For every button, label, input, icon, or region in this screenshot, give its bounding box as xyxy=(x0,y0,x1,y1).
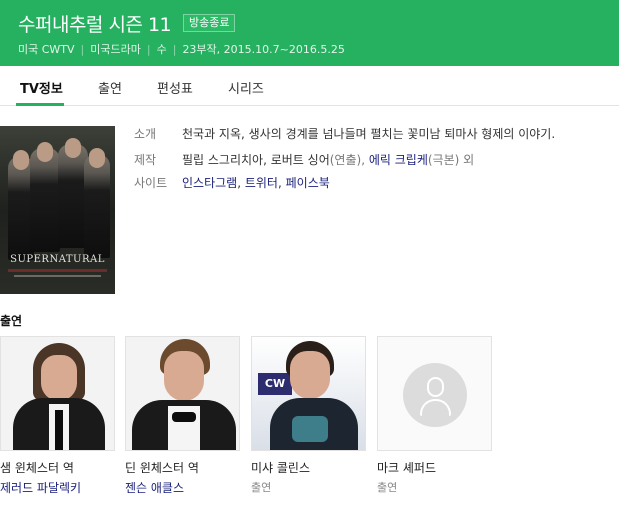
intro-label: 소개 xyxy=(134,127,157,141)
cast-actor-link[interactable]: 젠슨 애클스 xyxy=(125,479,184,496)
poster-face xyxy=(89,148,105,168)
photo-face xyxy=(164,351,204,401)
cast-photo[interactable] xyxy=(125,336,240,451)
poster-face xyxy=(65,138,81,158)
cast-card[interactable]: CW 미샤 콜린스 출연 xyxy=(251,336,366,494)
production-writer-link[interactable]: 에릭 크립케 xyxy=(369,153,428,167)
cast-role: 샘 윈체스터 역 xyxy=(0,461,74,475)
meta-divider: | xyxy=(80,43,85,56)
site-separator: , xyxy=(277,176,286,190)
poster-face xyxy=(37,142,53,162)
info-row-production: 제작 필립 스그리치아, 로버트 싱어(연출), 에릭 크립케(극본) 외 xyxy=(134,151,474,168)
site-separator: , xyxy=(237,176,245,190)
photo-tie xyxy=(55,410,63,450)
meta-day: 수 xyxy=(156,43,167,56)
meta-channel: 미국 CWTV xyxy=(18,43,75,56)
cast-name: 미샤 콜린스 xyxy=(251,461,311,475)
cast-card[interactable]: 딘 윈체스터 역 젠슨 애클스 xyxy=(125,336,240,495)
profile-placeholder-head xyxy=(427,377,444,397)
production-note-writer: (극본) 외 xyxy=(427,153,475,167)
meta-episodes: 23부작, 2015.10.7~2016.5.25 xyxy=(182,43,345,56)
intro-text: 천국과 지옥, 생사의 경계를 넘나들며 펼치는 꽃미남 퇴마사 형제의 이야기… xyxy=(182,127,556,141)
program-meta: 미국 CWTV | 미국드라마 | 수 | 23부작, 2015.10.7~2016.5.2… xyxy=(18,41,345,57)
site-link-instagram[interactable]: 인스타그램 xyxy=(182,176,237,190)
poster-credits xyxy=(14,275,101,277)
photo-shirt-print xyxy=(292,416,328,442)
production-label: 제작 xyxy=(134,153,157,167)
tab-tv-info[interactable]: TV정보 xyxy=(20,78,63,97)
info-row-intro: 소개 천국과 지옥, 생사의 경계를 넘나들며 펼치는 꽃미남 퇴마사 형제의 이… xyxy=(134,125,555,142)
tab-series[interactable]: 시리즈 xyxy=(228,78,264,97)
broadcast-status-badge: 방송종료 xyxy=(183,14,236,32)
photo-face xyxy=(41,355,77,401)
production-note-director: (연출), xyxy=(329,153,366,167)
cast-name: 마크 셰퍼드 xyxy=(377,461,437,475)
info-row-sites: 사이트 인스타그램, 트위터, 페이스북 xyxy=(134,174,330,191)
tab-cast[interactable]: 출연 xyxy=(98,78,122,97)
meta-divider: | xyxy=(172,43,177,56)
site-link-twitter[interactable]: 트위터 xyxy=(245,176,278,190)
cast-photo[interactable] xyxy=(0,336,115,451)
active-tab-indicator xyxy=(16,103,64,106)
site-link-facebook[interactable]: 페이스북 xyxy=(286,176,330,190)
photo-bowtie xyxy=(172,412,196,422)
meta-genre: 미국드라마 xyxy=(90,43,141,56)
meta-divider: | xyxy=(146,43,151,56)
cast-card[interactable]: 마크 셰퍼드 출연 xyxy=(377,336,492,494)
cast-photo-placeholder[interactable] xyxy=(377,336,492,451)
program-header: 수퍼내추럴 시즌 11 방송종료 미국 CWTV | 미국드라마 | 수 | 23부작, 2… xyxy=(0,0,619,66)
production-people: 필립 스그리치아, 로버트 싱어 xyxy=(182,153,330,167)
poster-face xyxy=(13,150,29,170)
photo-face xyxy=(290,351,330,399)
cast-card[interactable]: 샘 윈체스터 역 제러드 파달렉키 xyxy=(0,336,115,495)
tab-bar: TV정보 출연 편성표 시리즈 xyxy=(0,66,619,106)
cast-credit: 출연 xyxy=(251,481,272,494)
cast-actor-link[interactable]: 제러드 파달렉키 xyxy=(0,479,81,496)
program-poster[interactable]: SUPERNATURAL xyxy=(0,126,115,294)
poster-logo-text: SUPERNATURAL xyxy=(10,254,105,265)
photo-network-logo: CW xyxy=(258,373,292,395)
poster-figure xyxy=(30,148,60,252)
program-title[interactable]: 수퍼내추럴 시즌 11 xyxy=(18,10,172,37)
site-label: 사이트 xyxy=(134,176,168,190)
cast-role: 딘 윈체스터 역 xyxy=(125,461,199,475)
poster-tagline xyxy=(8,269,107,272)
poster-figure xyxy=(84,154,110,258)
cast-heading: 출연 xyxy=(0,314,23,328)
cast-credit: 출연 xyxy=(377,481,398,494)
cast-photo[interactable]: CW xyxy=(251,336,366,451)
tab-schedule[interactable]: 편성표 xyxy=(157,78,193,97)
